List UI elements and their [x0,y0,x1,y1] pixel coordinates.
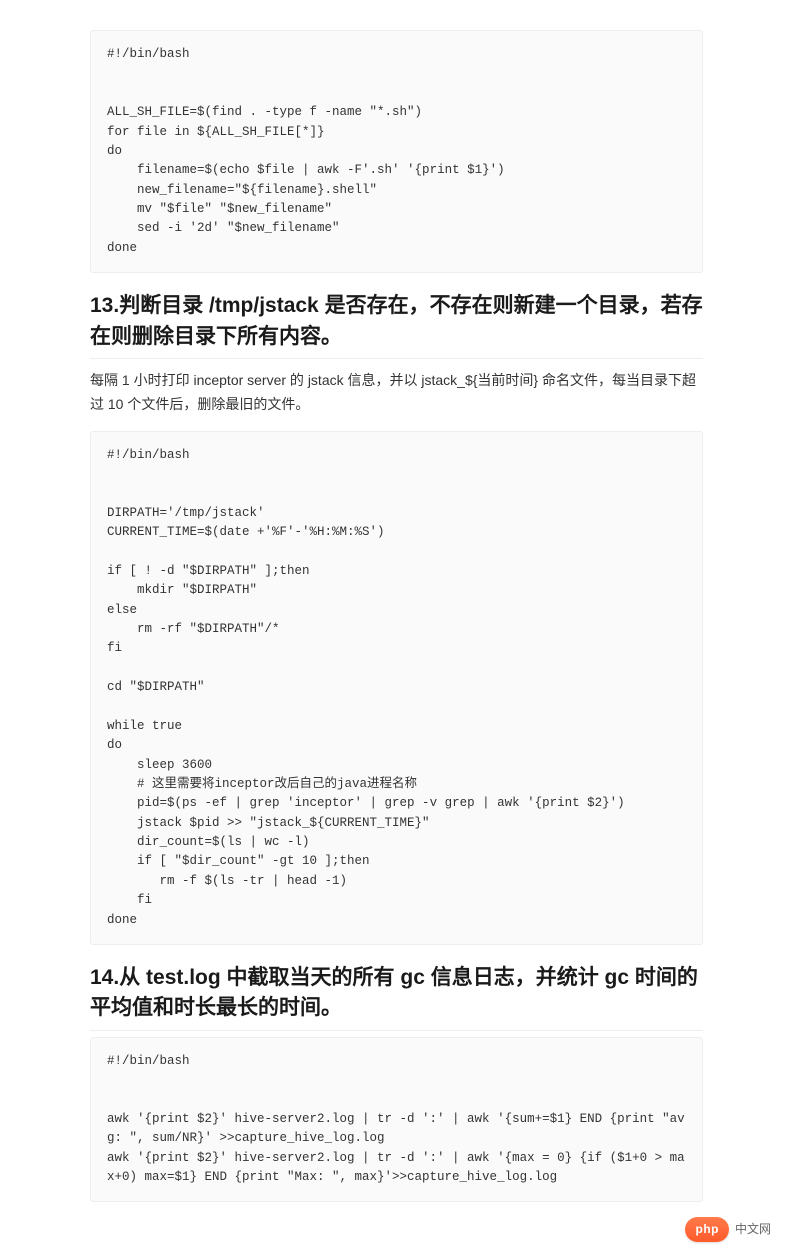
description-section-13: 每隔 1 小时打印 inceptor server 的 jstack 信息，并以… [90,369,703,417]
heading-section-14: 14.从 test.log 中截取当天的所有 gc 信息日志，并统计 gc 时间… [90,963,703,1031]
heading-section-13: 13.判断目录 /tmp/jstack 是否存在，不存在则新建一个目录，若存在则… [90,291,703,359]
code-block-13: #!/bin/bash DIRPATH='/tmp/jstack' CURREN… [90,431,703,945]
code-block-12: #!/bin/bash ALL_SH_FILE=$(find . -type f… [90,30,703,273]
document-page: #!/bin/bash ALL_SH_FILE=$(find . -type f… [0,0,793,1260]
code-block-14: #!/bin/bash awk '{print $2}' hive-server… [90,1037,703,1203]
brand-badge: php 中文网 [685,1217,771,1242]
php-logo-icon: php [685,1217,729,1242]
brand-text: 中文网 [735,1220,771,1239]
